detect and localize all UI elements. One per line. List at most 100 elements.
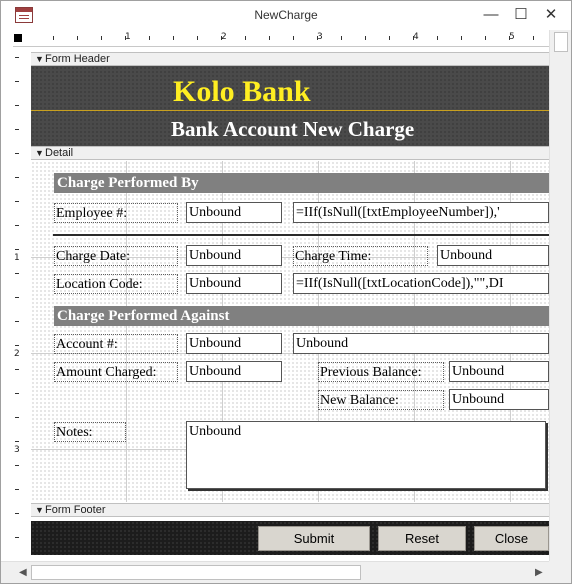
vertical-scrollbar[interactable]	[549, 30, 571, 561]
account-number-label[interactable]: Account #:	[54, 334, 178, 354]
ruler-tick	[485, 36, 486, 40]
maximize-button[interactable]: ☐	[507, 5, 535, 25]
ruler-tick	[15, 81, 19, 82]
scrollbar-corner	[549, 561, 571, 583]
vruler-label-2: 2	[14, 349, 20, 359]
employee-number-label[interactable]: Employee #:	[54, 203, 178, 223]
ruler-tick	[15, 105, 19, 106]
close-button[interactable]: Close	[474, 526, 549, 551]
ruler-tick	[245, 36, 246, 40]
form-subtitle[interactable]: Bank Account New Charge	[171, 117, 414, 142]
ruler-tick	[15, 225, 19, 226]
charge-performed-against-header[interactable]: Charge Performed Against	[54, 306, 549, 326]
form-footer-band: Submit Reset Close	[31, 521, 549, 555]
ruler-tick	[365, 36, 366, 40]
ruler-tick	[15, 465, 19, 466]
ruler-tick	[15, 153, 19, 154]
ruler-tick	[15, 273, 19, 274]
ruler-tick	[461, 36, 462, 40]
ruler-tick	[197, 36, 198, 40]
ruler-tick	[293, 36, 294, 40]
ruler-tick	[15, 321, 19, 322]
charge-date-label[interactable]: Charge Date:	[54, 246, 178, 266]
form-header-section-bar[interactable]: ▼Form Header	[31, 52, 549, 66]
ruler-tick	[15, 249, 19, 250]
detail-divider-line[interactable]	[53, 234, 549, 236]
form-header-band: Kolo Bank Bank Account New Charge	[31, 66, 549, 146]
charge-time-label[interactable]: Charge Time:	[293, 246, 428, 266]
ruler-tick	[15, 489, 19, 490]
employee-number-field[interactable]: Unbound	[186, 202, 282, 223]
amount-charged-field[interactable]: Unbound	[186, 361, 282, 382]
minimize-button[interactable]: —	[477, 5, 505, 25]
account-number-field[interactable]: Unbound	[186, 333, 282, 354]
employee-name-expression[interactable]: =IIf(IsNull([txtEmployeeNumber]),'	[293, 202, 549, 223]
notes-field[interactable]: Unbound	[186, 421, 546, 489]
previous-balance-field[interactable]: Unbound	[449, 361, 549, 382]
collapse-icon: ▼	[35, 54, 44, 64]
scroll-right-icon[interactable]: ▶	[535, 567, 543, 578]
ruler-tick	[317, 36, 318, 40]
detail-section-bar[interactable]: ▼Detail	[31, 146, 549, 160]
location-name-expression[interactable]: =IIf(IsNull([txtLocationCode]),"",DI	[293, 273, 549, 294]
new-balance-field[interactable]: Unbound	[449, 389, 549, 410]
ruler-tick	[15, 345, 19, 346]
design-canvas: ▼Form Header Kolo Bank Bank Account New …	[31, 47, 549, 561]
ruler-tick	[437, 36, 438, 40]
reset-button[interactable]: Reset	[378, 526, 466, 551]
title-bar[interactable]: NewCharge — ☐ ✕	[1, 1, 571, 30]
ruler-tick	[101, 36, 102, 40]
close-window-button[interactable]: ✕	[537, 5, 565, 25]
brand-title[interactable]: Kolo Bank	[173, 75, 311, 109]
account-name-field[interactable]: Unbound	[293, 333, 549, 354]
submit-button[interactable]: Submit	[258, 526, 370, 551]
ruler-tick	[149, 36, 150, 40]
charge-date-field[interactable]: Unbound	[186, 245, 282, 266]
charge-time-field[interactable]: Unbound	[437, 245, 549, 266]
ruler-tick	[77, 36, 78, 40]
vertical-ruler[interactable]: 1 2 3	[9, 47, 26, 558]
ruler-tick	[15, 393, 19, 394]
form-design-window: NewCharge — ☐ ✕ 1 2 3 4 5 1 2 3 ▼Form He…	[0, 0, 572, 584]
form-footer-section-bar[interactable]: ▼Form Footer	[31, 503, 549, 517]
ruler-tick	[221, 36, 222, 40]
vruler-label-1: 1	[14, 253, 20, 263]
ruler-tick	[173, 36, 174, 40]
collapse-icon: ▼	[35, 148, 44, 158]
vertical-scroll-thumb[interactable]	[554, 32, 568, 52]
ruler-tick	[15, 369, 19, 370]
ruler-tick	[15, 177, 19, 178]
ruler-tick	[15, 513, 19, 514]
horizontal-scroll-thumb[interactable]	[31, 565, 361, 580]
vruler-label-3: 3	[14, 445, 20, 455]
ruler-selector[interactable]	[14, 34, 22, 42]
ruler-tick	[15, 297, 19, 298]
ruler-tick	[15, 417, 19, 418]
ruler-tick	[15, 129, 19, 130]
collapse-icon: ▼	[35, 505, 44, 515]
ruler-tick	[341, 36, 342, 40]
ruler-tick	[389, 36, 390, 40]
horizontal-ruler[interactable]: 1 2 3 4 5	[13, 30, 558, 47]
ruler-tick	[15, 441, 19, 442]
ruler-tick	[413, 36, 414, 40]
new-balance-label[interactable]: New Balance:	[318, 390, 444, 410]
header-divider-line[interactable]	[31, 110, 549, 111]
notes-label[interactable]: Notes:	[54, 422, 126, 442]
ruler-tick	[125, 36, 126, 40]
location-code-field[interactable]: Unbound	[186, 273, 282, 294]
ruler-tick	[269, 36, 270, 40]
amount-charged-label[interactable]: Amount Charged:	[54, 362, 178, 382]
horizontal-scrollbar[interactable]: ◀ ▶	[1, 561, 549, 583]
location-code-label[interactable]: Location Code:	[54, 274, 178, 294]
detail-section: Charge Performed By Employee #: Unbound …	[31, 161, 549, 502]
ruler-tick	[509, 36, 510, 40]
charge-performed-by-header[interactable]: Charge Performed By	[54, 173, 549, 193]
ruler-tick	[15, 57, 19, 58]
ruler-tick	[15, 537, 19, 538]
ruler-tick	[15, 201, 19, 202]
ruler-tick	[533, 36, 534, 40]
scroll-left-icon[interactable]: ◀	[19, 567, 27, 578]
ruler-tick	[53, 36, 54, 40]
previous-balance-label[interactable]: Previous Balance:	[318, 362, 444, 382]
